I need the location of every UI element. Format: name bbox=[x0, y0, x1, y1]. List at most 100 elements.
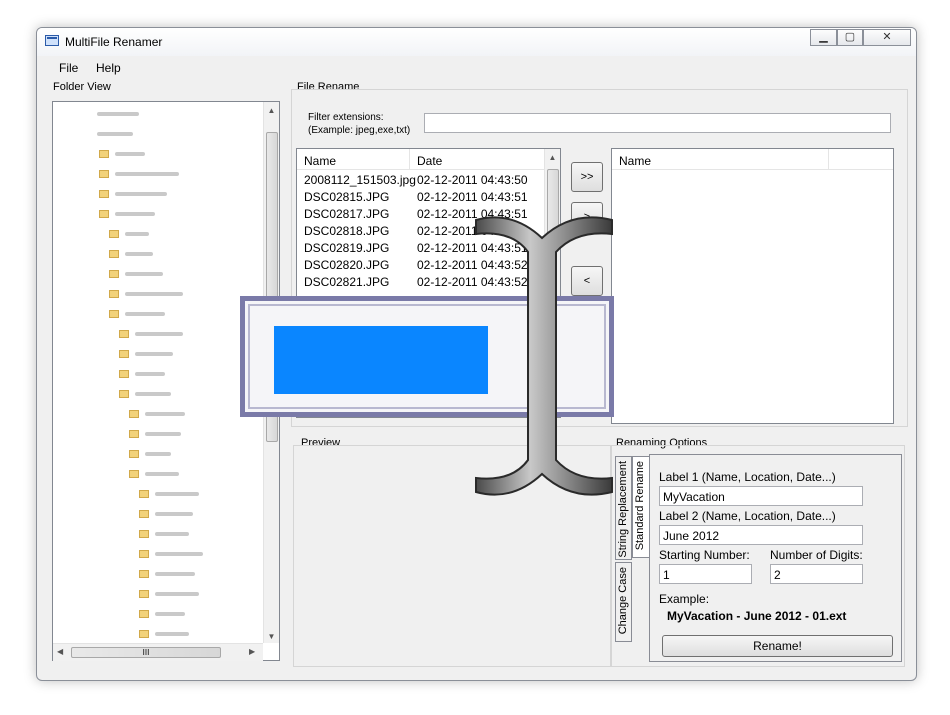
example-value: MyVacation - June 2012 - 01.ext bbox=[667, 609, 847, 623]
folder-name-blurred bbox=[115, 172, 179, 176]
folder-name-blurred bbox=[125, 292, 183, 296]
digits-input[interactable]: 2 bbox=[770, 564, 863, 584]
folder-name-blurred bbox=[155, 632, 189, 636]
folder-view-label: Folder View bbox=[52, 81, 112, 93]
add-all-button[interactable]: >> bbox=[571, 162, 603, 192]
starting-number-input[interactable]: 1 bbox=[659, 564, 752, 584]
close-button[interactable]: ✕ bbox=[863, 29, 911, 46]
label2-caption: Label 2 (Name, Location, Date...) bbox=[659, 509, 836, 523]
example-caption: Example: bbox=[659, 592, 710, 606]
scroll-right-icon[interactable]: ▶ bbox=[249, 647, 255, 656]
folder-name-blurred bbox=[155, 592, 199, 596]
folder-icon bbox=[99, 150, 109, 158]
folder-icon bbox=[99, 190, 109, 198]
folder-icon bbox=[139, 590, 149, 598]
rename-button[interactable]: Rename! bbox=[662, 635, 893, 657]
maximize-button[interactable]: ▢ bbox=[837, 29, 863, 46]
folder-icon bbox=[109, 290, 119, 298]
folder-name-blurred bbox=[115, 152, 145, 156]
filter-extensions-input[interactable] bbox=[424, 113, 891, 133]
column-date-header[interactable]: Date bbox=[417, 154, 442, 168]
source-list-header: Name Date bbox=[297, 149, 544, 170]
folder-icon bbox=[109, 310, 119, 318]
column-name-header[interactable]: Name bbox=[304, 154, 336, 168]
target-file-list[interactable]: Name bbox=[611, 148, 894, 424]
i-beam-cursor-icon bbox=[475, 216, 613, 496]
folder-name-blurred bbox=[155, 552, 203, 556]
folder-name-blurred bbox=[155, 612, 185, 616]
target-list-header: Name bbox=[612, 149, 893, 170]
folder-name-blurred bbox=[125, 272, 163, 276]
tab-change-case[interactable]: Change Case bbox=[615, 562, 632, 642]
folder-name-blurred bbox=[115, 212, 155, 216]
standard-rename-page: Label 1 (Name, Location, Date...) MyVaca… bbox=[649, 454, 902, 662]
filter-label-line1: Filter extensions: bbox=[308, 112, 384, 123]
starting-number-caption: Starting Number: bbox=[659, 548, 750, 562]
target-column-name-header[interactable]: Name bbox=[619, 154, 651, 168]
file-name-cell: DSC02819.JPG bbox=[304, 241, 390, 255]
progress-fill bbox=[274, 326, 488, 394]
folder-name-blurred bbox=[97, 112, 139, 116]
folder-name-blurred bbox=[145, 472, 179, 476]
filter-label-line2: (Example: jpeg,exe,txt) bbox=[308, 125, 411, 136]
source-list-row[interactable]: 2008112_151503.jpg 02-12-2011 04:43:50 bbox=[297, 173, 544, 190]
file-date-cell: 02-12-2011 04:43:51 bbox=[417, 190, 528, 204]
folder-name-blurred bbox=[97, 132, 133, 136]
folder-icon bbox=[139, 610, 149, 618]
folder-name-blurred bbox=[135, 352, 173, 356]
folder-icon bbox=[139, 550, 149, 558]
title-bar[interactable]: MultiFile Renamer ▁ ▢ ✕ bbox=[37, 28, 916, 56]
column-divider bbox=[828, 149, 829, 169]
scroll-down-icon[interactable]: ▼ bbox=[264, 632, 279, 641]
menu-file[interactable]: File bbox=[59, 61, 78, 75]
folder-name-blurred bbox=[155, 492, 199, 496]
folder-tree-items bbox=[53, 102, 263, 642]
folder-icon bbox=[139, 490, 149, 498]
folder-name-blurred bbox=[115, 192, 167, 196]
folder-icon bbox=[139, 630, 149, 638]
folder-icon bbox=[109, 250, 119, 258]
folder-icon bbox=[109, 270, 119, 278]
folder-name-blurred bbox=[135, 392, 171, 396]
file-name-cell: DSC02821.JPG bbox=[304, 275, 390, 289]
folder-name-blurred bbox=[125, 252, 153, 256]
folder-name-blurred bbox=[155, 532, 189, 536]
folder-icon bbox=[99, 170, 109, 178]
folder-icon bbox=[129, 410, 139, 418]
scroll-left-icon[interactable]: ◀ bbox=[57, 647, 63, 656]
folder-name-blurred bbox=[125, 312, 165, 316]
folder-icon bbox=[99, 210, 109, 218]
label1-input[interactable]: MyVacation bbox=[659, 486, 863, 506]
folder-name-blurred bbox=[125, 232, 149, 236]
tab-standard-rename[interactable]: Standard Rename bbox=[632, 456, 649, 558]
file-name-cell: DSC02820.JPG bbox=[304, 258, 390, 272]
folder-icon bbox=[139, 570, 149, 578]
scroll-up-icon[interactable]: ▲ bbox=[545, 153, 560, 162]
folder-name-blurred bbox=[135, 372, 165, 376]
source-list-row[interactable]: DSC02815.JPG 02-12-2011 04:43:51 bbox=[297, 190, 544, 207]
scroll-up-icon[interactable]: ▲ bbox=[264, 106, 279, 115]
folder-name-blurred bbox=[135, 332, 183, 336]
tree-horizontal-scrollbar[interactable]: ◀ III ▶ bbox=[53, 643, 263, 661]
digits-caption: Number of Digits: bbox=[770, 548, 863, 562]
folder-name-blurred bbox=[145, 452, 171, 456]
minimize-button[interactable]: ▁ bbox=[810, 29, 837, 46]
file-name-cell: 2008112_151503.jpg bbox=[304, 173, 416, 187]
file-name-cell: DSC02817.JPG bbox=[304, 207, 390, 221]
folder-icon bbox=[119, 350, 129, 358]
folder-icon bbox=[139, 510, 149, 518]
folder-name-blurred bbox=[145, 412, 185, 416]
column-divider bbox=[409, 149, 410, 169]
menu-help[interactable]: Help bbox=[96, 61, 121, 75]
label2-input[interactable]: June 2012 bbox=[659, 525, 863, 545]
tree-hscroll-thumb[interactable]: III bbox=[71, 647, 221, 658]
folder-name-blurred bbox=[155, 512, 193, 516]
folder-name-blurred bbox=[145, 432, 181, 436]
file-name-cell: DSC02818.JPG bbox=[304, 224, 390, 238]
folder-icon bbox=[139, 530, 149, 538]
folder-name-blurred bbox=[155, 572, 195, 576]
folder-icon bbox=[119, 390, 129, 398]
label1-caption: Label 1 (Name, Location, Date...) bbox=[659, 470, 836, 484]
folder-icon bbox=[119, 370, 129, 378]
folder-icon bbox=[129, 430, 139, 438]
